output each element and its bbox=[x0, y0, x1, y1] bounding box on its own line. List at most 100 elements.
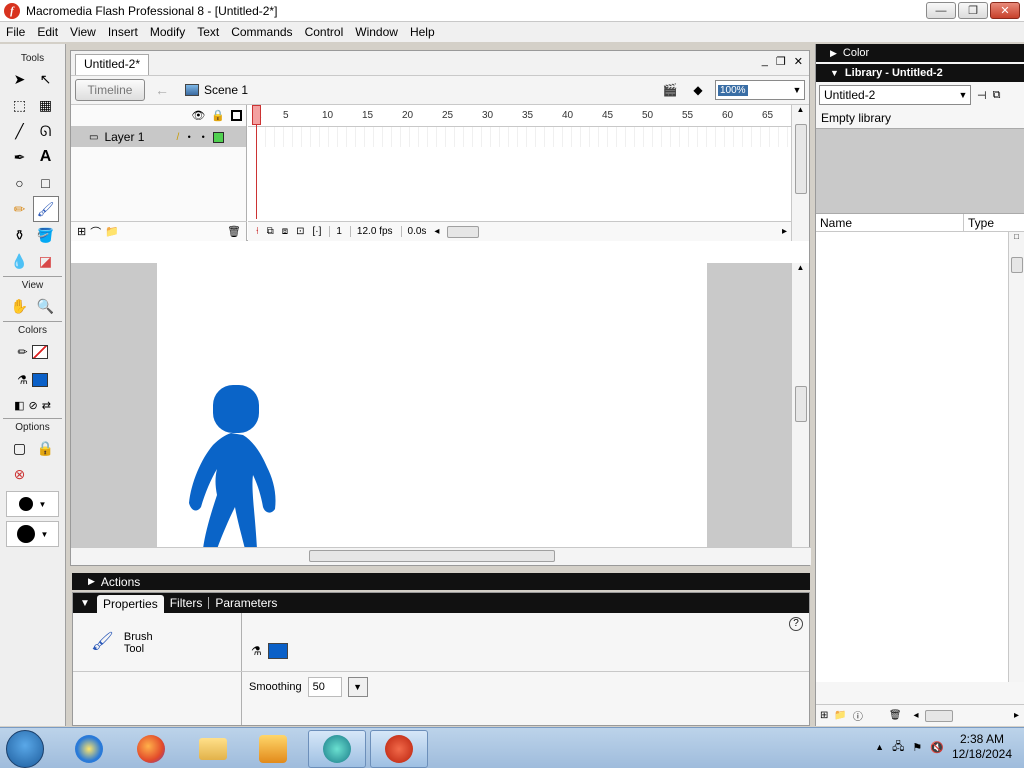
network-icon[interactable]: 🖧 bbox=[892, 738, 904, 757]
lasso-tool-icon[interactable]: ᘏ bbox=[33, 118, 59, 144]
column-name[interactable]: Name bbox=[816, 214, 964, 231]
menu-control[interactable]: Control bbox=[299, 25, 350, 39]
scroll-up-icon[interactable]: ▲ bbox=[792, 263, 809, 272]
menu-edit[interactable]: Edit bbox=[31, 25, 64, 39]
properties-icon[interactable]: ⓘ bbox=[853, 708, 863, 723]
flash-app-icon[interactable]: f bbox=[4, 2, 20, 19]
timeline-vscroll-thumb[interactable] bbox=[794, 124, 807, 194]
scroll-right-icon[interactable]: ▸ bbox=[782, 226, 787, 237]
menu-view[interactable]: View bbox=[64, 25, 102, 39]
stage-vscroll-thumb[interactable] bbox=[794, 386, 807, 422]
stage-vertical-scrollbar[interactable]: ▲ bbox=[791, 263, 809, 549]
free-transform-tool-icon[interactable]: ⬚ bbox=[7, 92, 33, 118]
show-hidden-icons-icon[interactable]: ▲ bbox=[875, 742, 884, 752]
pin-library-icon[interactable]: ⊣ bbox=[977, 89, 987, 102]
pen-tool-icon[interactable]: ✒ bbox=[7, 144, 33, 170]
object-drawing-icon[interactable]: ▢ bbox=[7, 435, 33, 461]
hand-tool-icon[interactable]: ✋ bbox=[7, 293, 33, 319]
delete-icon[interactable]: 🗑 bbox=[889, 710, 902, 721]
scroll-left-icon[interactable]: ◂ bbox=[914, 710, 919, 721]
modify-onion-markers-icon[interactable]: [·] bbox=[312, 226, 321, 237]
fill-color-swatch[interactable] bbox=[267, 643, 288, 659]
outline-icon[interactable] bbox=[231, 110, 242, 121]
smoothing-dropdown-button[interactable]: ▼ bbox=[347, 677, 368, 697]
paint-bucket-tool-icon[interactable]: 🪣 bbox=[33, 222, 59, 248]
swap-colors-icon[interactable]: ⇄ bbox=[42, 399, 51, 412]
brush-mode-icon[interactable]: ⊗ bbox=[7, 461, 33, 487]
document-tab[interactable]: Untitled-2* bbox=[75, 54, 150, 75]
zoom-field[interactable]: 100% ▼ bbox=[715, 80, 805, 100]
text-tool-icon[interactable]: A bbox=[33, 144, 59, 170]
timeline-hscroll-thumb[interactable] bbox=[447, 225, 480, 238]
doc-minimize-icon[interactable]: _ bbox=[762, 55, 768, 68]
scroll-left-icon[interactable]: ◂ bbox=[434, 226, 439, 237]
new-library-panel-icon[interactable]: ⧉ bbox=[993, 89, 1001, 102]
playhead-handle[interactable] bbox=[252, 105, 261, 125]
taskbar-firefox[interactable] bbox=[122, 730, 180, 768]
stage[interactable] bbox=[157, 263, 707, 549]
delete-layer-icon[interactable]: 🗑 bbox=[227, 225, 241, 238]
actions-panel-bar[interactable]: ▶ Actions bbox=[72, 573, 810, 590]
volume-muted-icon[interactable]: 🔇 bbox=[930, 741, 944, 754]
taskbar-media-player[interactable] bbox=[244, 730, 302, 768]
subselection-tool-icon[interactable]: ↖ bbox=[33, 66, 59, 92]
edit-scene-icon[interactable]: 🎬 bbox=[659, 81, 681, 99]
library-panel-header[interactable]: ▼ Library - Untitled-2 bbox=[816, 64, 1024, 82]
tab-filters[interactable]: Filters bbox=[164, 594, 209, 612]
timeline-toggle-button[interactable]: Timeline bbox=[75, 79, 145, 101]
gradient-transform-tool-icon[interactable]: ▦ bbox=[33, 92, 59, 118]
help-icon[interactable]: ? bbox=[789, 617, 803, 631]
frame-ruler[interactable]: 1 5 10 15 20 25 30 35 40 45 50 55 60 65 bbox=[248, 105, 791, 127]
layer-name[interactable]: Layer 1 bbox=[104, 130, 170, 144]
no-color-icon[interactable]: ⊘ bbox=[28, 399, 37, 412]
menu-commands[interactable]: Commands bbox=[225, 25, 298, 39]
smoothing-input[interactable]: 50 bbox=[307, 677, 342, 697]
restore-button[interactable]: ❐ bbox=[958, 2, 988, 19]
onion-skin-icon[interactable]: ⧉ bbox=[267, 226, 274, 237]
start-button[interactable] bbox=[6, 730, 44, 768]
stage-horizontal-scrollbar[interactable] bbox=[71, 547, 811, 565]
tab-properties[interactable]: Properties bbox=[97, 595, 164, 613]
stroke-color-swatch[interactable] bbox=[31, 345, 48, 359]
brush-shape-dropdown[interactable]: ▼ bbox=[6, 521, 59, 547]
brush-size-dropdown[interactable]: ▼ bbox=[6, 491, 59, 517]
eraser-tool-icon[interactable]: ◪ bbox=[33, 248, 59, 274]
ink-bottle-tool-icon[interactable]: ⚱ bbox=[7, 222, 33, 248]
eyedropper-tool-icon[interactable]: 💧 bbox=[7, 248, 33, 274]
menu-file[interactable]: File bbox=[0, 25, 31, 39]
menu-text[interactable]: Text bbox=[191, 25, 225, 39]
layer-outline-color[interactable] bbox=[213, 131, 225, 143]
new-folder-icon[interactable]: 📁 bbox=[834, 710, 846, 721]
center-frame-icon[interactable]: ⍿ bbox=[256, 226, 259, 237]
library-list[interactable]: □ bbox=[816, 232, 1024, 682]
menu-insert[interactable]: Insert bbox=[102, 25, 144, 39]
menu-window[interactable]: Window bbox=[349, 25, 404, 39]
library-vertical-scrollbar[interactable]: □ bbox=[1008, 232, 1024, 682]
chevron-down-icon[interactable]: ▼ bbox=[790, 85, 804, 95]
onion-outline-icon[interactable]: ⧈ bbox=[282, 226, 288, 237]
timeline-vertical-scrollbar[interactable]: ▲ bbox=[791, 105, 809, 241]
black-white-icon[interactable]: ◧ bbox=[14, 399, 24, 412]
taskbar-explorer[interactable] bbox=[184, 730, 242, 768]
lock-dot[interactable]: • bbox=[199, 132, 207, 142]
stage-hscroll-thumb[interactable] bbox=[309, 550, 555, 562]
taskbar-flash[interactable] bbox=[370, 730, 428, 768]
color-panel-header[interactable]: ▶ Color bbox=[816, 44, 1024, 62]
minimize-button[interactable]: — bbox=[926, 2, 956, 19]
zoom-tool-icon[interactable]: 🔍 bbox=[33, 293, 59, 319]
menu-help[interactable]: Help bbox=[404, 25, 441, 39]
playhead[interactable] bbox=[252, 105, 261, 221]
insert-layer-folder-icon[interactable]: 📁 bbox=[105, 225, 119, 238]
library-select[interactable]: Untitled-2 ▼ bbox=[819, 85, 971, 105]
column-type[interactable]: Type bbox=[964, 214, 1004, 231]
tab-parameters[interactable]: Parameters bbox=[209, 594, 283, 612]
collapse-arrow-icon[interactable]: ▼ bbox=[73, 598, 97, 609]
library-vscroll-thumb[interactable] bbox=[1010, 257, 1023, 273]
scroll-up-icon[interactable]: □ bbox=[1009, 232, 1024, 241]
pencil-tool-icon[interactable]: ✏ bbox=[7, 196, 33, 222]
scroll-right-icon[interactable]: ▸ bbox=[1014, 710, 1019, 721]
frame-row[interactable] bbox=[248, 127, 791, 147]
eye-icon[interactable]: 👁 bbox=[191, 109, 205, 122]
insert-layer-icon[interactable]: ⊞ bbox=[77, 225, 86, 238]
edit-multiple-frames-icon[interactable]: ⊡ bbox=[296, 226, 304, 237]
